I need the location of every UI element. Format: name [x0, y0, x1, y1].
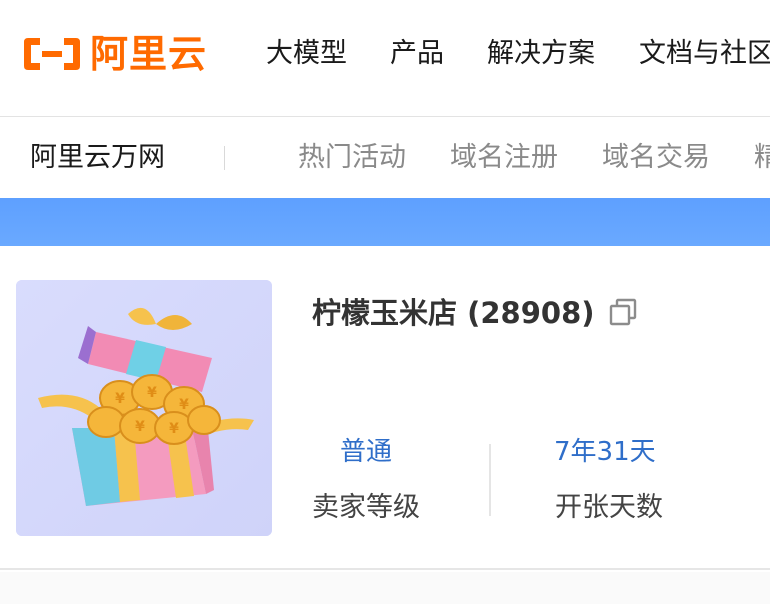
open-days-value: 7年31天 [554, 437, 656, 467]
open-days-label: 开张天数 [555, 492, 663, 523]
subnav-item-domain-trade[interactable]: 域名交易 [602, 140, 710, 176]
shop-image: ¥ ¥ ¥ ¥ ¥ [16, 280, 272, 536]
aliyun-logo-icon [24, 38, 80, 70]
nav-item-solutions[interactable]: 解决方案 [487, 36, 595, 72]
subnav-brand[interactable]: 阿里云万网 [30, 140, 165, 176]
subnav-item-hot-events[interactable]: 热门活动 [298, 140, 406, 176]
subnav-item-domain-register[interactable]: 域名注册 [450, 140, 558, 176]
top-navigation: 阿里云 大模型 产品 解决方案 文档与社区 [0, 0, 770, 117]
svg-text:¥: ¥ [135, 419, 145, 435]
svg-text:¥: ¥ [169, 421, 179, 437]
stat-divider [489, 444, 491, 516]
svg-text:¥: ¥ [179, 397, 189, 413]
gift-box-icon: ¥ ¥ ¥ ¥ ¥ [16, 280, 272, 536]
brand-name: 阿里云 [90, 32, 208, 76]
subnav-item-truncated[interactable]: 精 [754, 140, 770, 176]
copy-icon[interactable] [607, 296, 639, 328]
aliyun-logo[interactable]: 阿里云 [22, 34, 207, 74]
nav-item-docs-community[interactable]: 文档与社区 [639, 36, 770, 72]
svg-text:¥: ¥ [147, 385, 157, 401]
banner-strip [0, 198, 770, 246]
svg-text:¥: ¥ [115, 391, 125, 407]
shop-name: 柠檬玉米店 (28908) [312, 296, 595, 330]
subnav-divider [224, 146, 225, 170]
seller-level-value: 普通 [340, 437, 393, 467]
bottom-strip [0, 572, 770, 604]
nav-item-products[interactable]: 产品 [390, 36, 444, 72]
nav-item-llm[interactable]: 大模型 [266, 36, 347, 72]
seller-level-label: 卖家等级 [312, 492, 420, 523]
